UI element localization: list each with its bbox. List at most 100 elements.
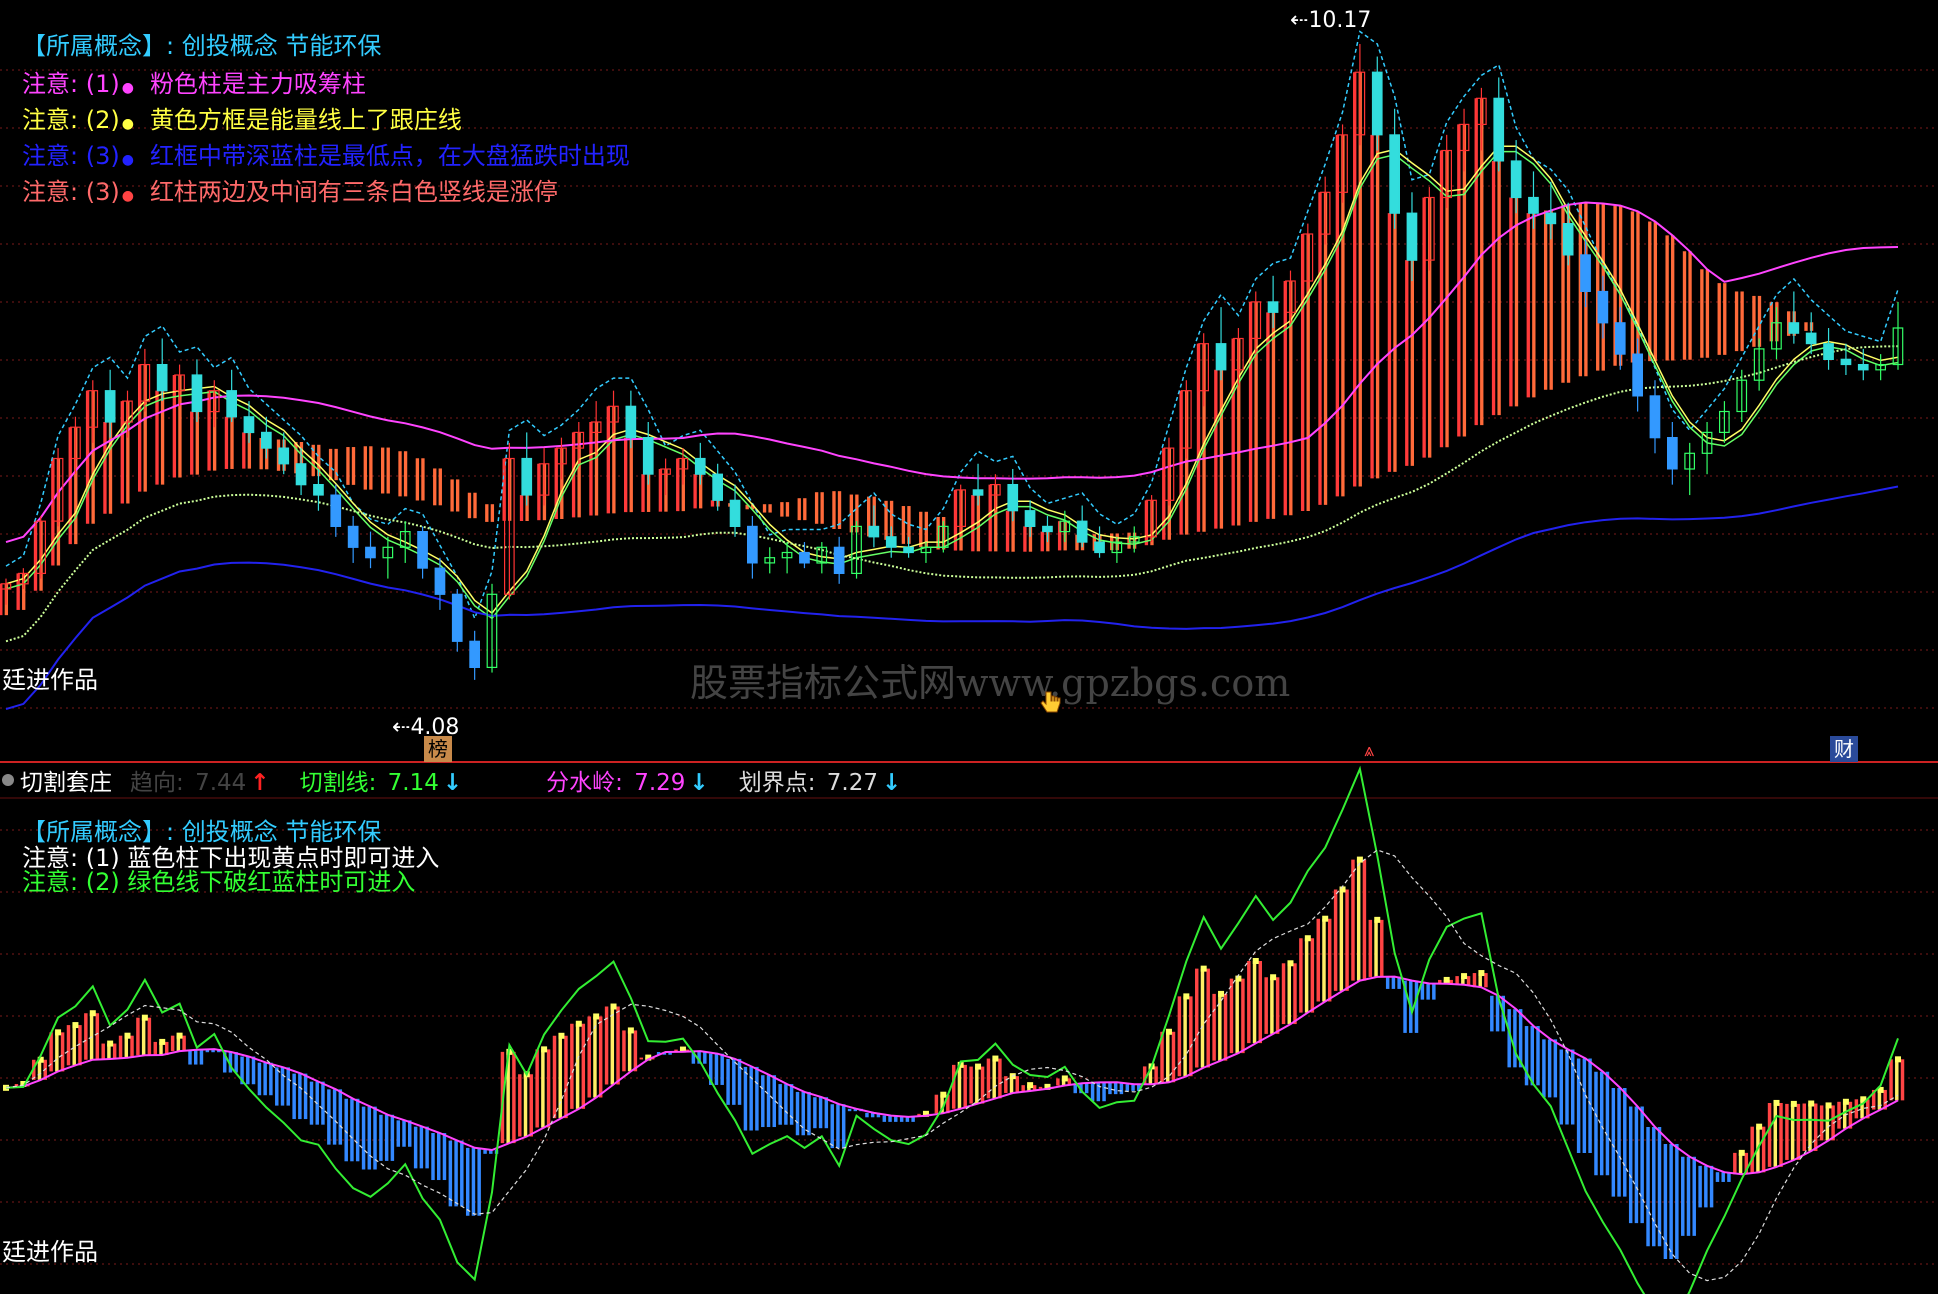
indicator-arrow-icon: ↑ — [250, 770, 270, 796]
note-text: 红柱两边及中间有三条白色竖线是涨停 — [149, 178, 558, 206]
yellow-dot — [940, 1091, 947, 1098]
bottom-note-2: 注意: (2) 绿色线下破红蓝柱时可进入 — [22, 868, 416, 896]
top-concept-line: 【所属概念】: 创投概念 节能环保 — [22, 32, 382, 60]
indicator-items: 趋向: 7.44 ↑ 切割线: 7.14 ↓ 分水岭: 7.29 ↓ 划界点: 7.27 ↓ — [130, 763, 931, 797]
indicator-label: 分水岭: — [546, 770, 631, 796]
indicator-cut-line: 切割线: 7.14 ↓ — [300, 763, 489, 797]
candle-body — [243, 416, 255, 434]
candle-body — [1580, 254, 1591, 292]
candle-body — [1406, 212, 1418, 261]
watermark: 股票指标公式网www.gpzbgs.com — [690, 661, 1291, 705]
top-note-1: 注意: (1) ● 粉色柱是主力吸筹柱 — [22, 70, 366, 102]
note-text: 黄色方框是能量线上了跟庄线 — [149, 106, 462, 134]
candle-body — [694, 457, 706, 475]
candle-body — [347, 525, 359, 548]
yellow-dot — [1252, 957, 1259, 964]
candle-body — [1823, 343, 1834, 361]
candle-body — [1562, 223, 1574, 256]
candle-body — [1788, 322, 1800, 334]
hand-cursor-icon — [1040, 690, 1061, 716]
candle-body — [642, 437, 654, 475]
candle-body — [1545, 212, 1557, 225]
candle-body — [417, 530, 428, 569]
candle-body — [295, 463, 307, 486]
candle-body — [104, 390, 116, 423]
indicator-value: 7.27 — [826, 770, 878, 796]
candle-body — [521, 457, 533, 496]
candle-body — [1632, 353, 1644, 397]
yellow-dot — [1374, 916, 1381, 923]
indicator-arrow-icon: ↓ — [442, 770, 463, 796]
event-marker-icon[interactable]: ⩓ — [1364, 740, 1374, 761]
candle-body — [1094, 541, 1105, 554]
note-text: 粉色柱是主力吸筹柱 — [149, 70, 366, 98]
indicator-boundary: 划界点: 7.27 ↓ — [739, 763, 928, 797]
note-prefix: 注意: (3) — [22, 178, 120, 206]
yellow-dot — [1287, 960, 1294, 967]
note-dot-icon: ● — [121, 152, 134, 168]
candle-body — [261, 431, 272, 449]
badge-cai[interactable]: 财 — [1830, 736, 1858, 762]
candle-body — [1389, 134, 1401, 214]
candle-body — [1076, 520, 1088, 543]
indicator-name[interactable]: 切割套庄 — [20, 763, 112, 797]
yellow-dot — [992, 1055, 999, 1062]
yellow-dot — [610, 1003, 617, 1010]
yellow-dot — [1061, 1075, 1068, 1082]
candle-body — [191, 374, 203, 413]
indicator-watershed: 分水岭: 7.29 ↓ — [546, 763, 735, 797]
yellow-dot — [1478, 970, 1485, 977]
candle-body — [1510, 160, 1522, 199]
candle-body — [1267, 301, 1279, 313]
yellow-dot — [593, 1013, 600, 1020]
candle-body — [868, 525, 880, 538]
yellow-dot — [107, 1040, 114, 1047]
high-arrow-icon: ⇠ — [1290, 8, 1309, 33]
candle-body — [313, 484, 324, 496]
yellow-dot — [1183, 993, 1190, 1000]
yellow-dot — [55, 1029, 62, 1036]
yellow-dot — [575, 1020, 582, 1027]
indicator-toggle-icon[interactable] — [2, 774, 14, 786]
bottom-author-label: 廷进作品 — [2, 1238, 98, 1266]
yellow-dot — [124, 1032, 131, 1039]
yellow-dot — [558, 1032, 565, 1039]
badge-bang[interactable]: 榜 — [424, 736, 452, 762]
candle-body — [451, 593, 463, 642]
candle-body — [226, 390, 237, 418]
candle-body — [885, 536, 897, 548]
yellow-dot — [1773, 1099, 1780, 1106]
high-price-label: ⇠10.17 — [1290, 8, 1372, 33]
yellow-dot — [159, 1038, 166, 1045]
yellow-dot — [1356, 856, 1363, 863]
candle-body — [1614, 322, 1626, 355]
candle-body — [1007, 484, 1019, 512]
note-dot-icon: ● — [121, 80, 134, 96]
candle-body — [156, 364, 168, 392]
top-note-4: 注意: (3) ● 红柱两边及中间有三条白色竖线是涨停 — [22, 178, 558, 210]
indicator-label: 切割线: — [299, 770, 384, 796]
candle-body — [972, 489, 984, 496]
note-dot-icon: ● — [121, 188, 134, 204]
note-dot-icon: ● — [121, 116, 134, 132]
bottom-concept-line: 【所属概念】: 创投概念 节能环保 — [22, 818, 382, 846]
yellow-dot — [1027, 1082, 1034, 1089]
candle-body — [1840, 358, 1852, 366]
indicator-label: 趋向: — [130, 770, 192, 796]
candle-body — [625, 405, 637, 439]
indicator-arrow-icon: ↓ — [689, 770, 709, 796]
note-prefix: 注意: (1) — [22, 70, 120, 98]
yellow-dot — [1200, 965, 1207, 972]
yellow-dot — [1322, 915, 1329, 922]
yellow-dot — [1304, 935, 1311, 942]
candle-body — [1371, 71, 1383, 136]
candle-body — [1493, 97, 1505, 162]
indicator-bar: 切割套庄 趋向: 7.44 ↑ 切割线: 7.14 ↓ 分水岭: 7.29 ↓ 划界点: 7… — [0, 762, 935, 798]
yellow-dot — [1443, 976, 1450, 983]
yellow-dot — [1842, 1098, 1849, 1105]
yellow-dot — [541, 1046, 548, 1053]
candle-body — [799, 551, 810, 564]
indicator-label: 划界点: — [738, 770, 823, 796]
yellow-dot — [1461, 973, 1468, 980]
indicator-value: 7.44 — [195, 770, 247, 796]
